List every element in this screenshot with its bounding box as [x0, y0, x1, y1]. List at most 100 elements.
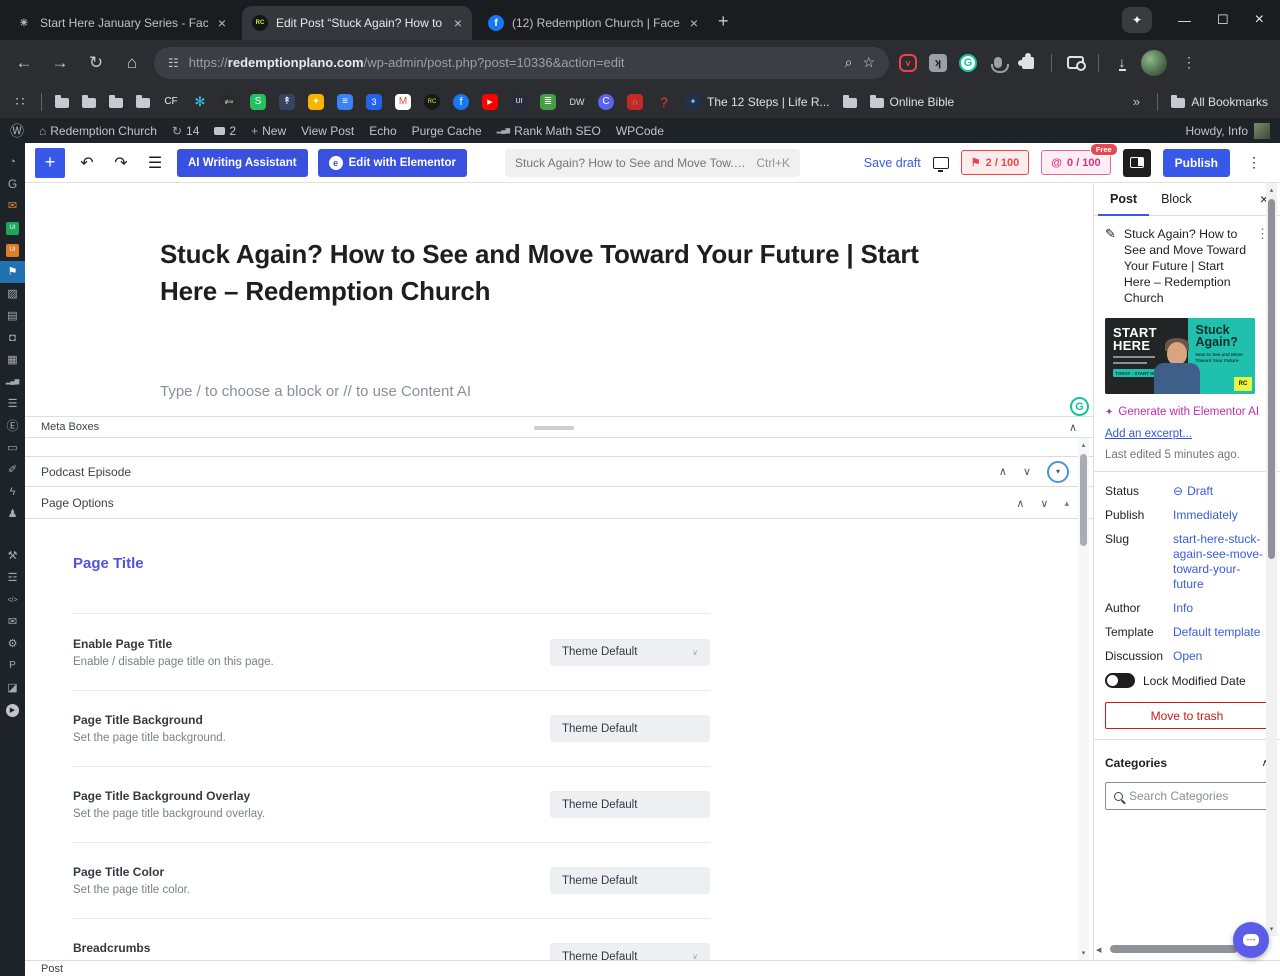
panel-toggle-select[interactable]: ▾ [1047, 461, 1069, 483]
tab-search-icon[interactable] [1064, 52, 1086, 74]
option-select[interactable]: Theme Default [550, 867, 710, 894]
lock-modified-date-toggle[interactable] [1105, 673, 1135, 688]
bookmark-item[interactable]: ∷ [12, 94, 28, 110]
bookmark-item[interactable] [109, 96, 123, 108]
setting-value[interactable]: Open [1173, 649, 1269, 664]
updates-menu[interactable]: ↻14 [172, 124, 199, 138]
scrollbar-thumb[interactable] [1080, 454, 1087, 546]
seo-score-badge[interactable]: ⚑2 / 100 [961, 150, 1030, 175]
categories-search-box[interactable] [1105, 782, 1269, 810]
admin-menu-item[interactable]: Ⓔ [0, 415, 25, 437]
address-bar[interactable]: ☷ https://redemptionplano.com/wp-admin/p… [154, 47, 889, 79]
admin-menu-item[interactable]: ✉ [0, 611, 25, 633]
generate-with-elementor-ai-link[interactable]: ✦ Generate with Elementor AI [1105, 406, 1269, 418]
move-up-icon[interactable]: ∧ [1016, 497, 1024, 510]
bookmark-item[interactable]: ≡ [337, 94, 353, 110]
comments-menu[interactable]: 2 [214, 124, 236, 138]
scroll-up-arrow[interactable]: ▴ [1266, 186, 1277, 194]
new-tab-button[interactable]: + [718, 11, 729, 32]
settings-panel-toggle[interactable] [1123, 149, 1151, 177]
setting-value[interactable]: Info [1173, 601, 1269, 616]
collapse-panel-icon[interactable]: ▴ [1064, 498, 1069, 509]
page-options-panel-header[interactable]: Page Options ∧ ∨ ▴ [25, 488, 1093, 519]
browser-tab[interactable]: ✳ Start Here January Series - Facebook × [6, 6, 236, 40]
admin-menu-item[interactable]: P [0, 655, 25, 677]
reload-button[interactable]: ↻ [82, 53, 110, 73]
setting-value[interactable]: Immediately [1173, 508, 1269, 523]
admin-menu-item[interactable]: ▨ [0, 283, 25, 305]
podcast-episode-panel[interactable]: Podcast Episode ∧ ∨ ▾ [25, 456, 1093, 487]
featured-image[interactable]: START HERE TODAY · START HERE Stuck Agai… [1105, 318, 1255, 394]
bookmark-item[interactable]: ▶ [482, 94, 498, 110]
setting-value[interactable]: Default template [1173, 625, 1269, 640]
ai-writing-assistant-button[interactable]: AI Writing Assistant [177, 149, 308, 177]
chat-widget-button[interactable]: ⋯ [1233, 922, 1269, 958]
move-to-trash-button[interactable]: Move to trash [1105, 702, 1269, 729]
bookmark-item[interactable]: M [395, 94, 411, 110]
admin-menu-item[interactable]: ☲ [0, 567, 25, 589]
bookmark-item[interactable] [136, 96, 150, 108]
bookmark-item[interactable]: C [598, 94, 614, 110]
admin-menu-item[interactable]: ✉ [0, 195, 25, 217]
minimize-button[interactable]: — [1178, 13, 1191, 28]
zoom-icon[interactable]: ⌕ [845, 54, 853, 71]
browser-tab[interactable]: f (12) Redemption Church | Facebook × [478, 6, 708, 40]
tab-post[interactable]: Post [1098, 183, 1149, 216]
home-button[interactable]: ⌂ [118, 53, 146, 73]
admin-menu-item[interactable]: ☰ [0, 393, 25, 415]
redo-button[interactable]: ↷ [109, 153, 133, 173]
move-down-icon[interactable]: ∨ [1023, 465, 1031, 478]
howdy-account-menu[interactable]: Howdy, Info [1186, 123, 1270, 139]
pocket-extension-icon[interactable]: v [897, 52, 919, 74]
sidebar-scrollbar[interactable]: ▴ ▾ [1266, 183, 1277, 936]
bookmark-item[interactable]: UI [511, 94, 527, 110]
gray-extension-icon[interactable]: ʞ [927, 52, 949, 74]
forward-button[interactable]: → [46, 53, 74, 73]
browser-ai-button[interactable]: ✦ [1122, 7, 1152, 33]
downloads-icon[interactable]: ↓ [1111, 52, 1133, 74]
post-title-field[interactable]: Stuck Again? How to See and Move Toward … [160, 236, 920, 310]
close-window-button[interactable]: × [1255, 11, 1264, 29]
bookmark-item[interactable]: ✦ [308, 94, 324, 110]
bookmark-item[interactable]: ✦ The 12 Steps | Life R... [685, 94, 830, 110]
bookmark-item[interactable]: gloo [221, 94, 237, 110]
categories-panel-header[interactable]: Categories ∧ [1105, 750, 1269, 776]
bookmark-item[interactable]: » [1128, 94, 1144, 110]
scrollbar-thumb[interactable] [1110, 945, 1238, 953]
admin-menu-item[interactable]: ✐ [0, 459, 25, 481]
setting-value[interactable]: start-here-stuck-again-see-move-toward-y… [1173, 532, 1269, 592]
admin-menu-item[interactable]: ◘ [0, 327, 25, 349]
purge-cache-menu[interactable]: Purge Cache [412, 124, 482, 138]
admin-menu-item[interactable]: ▂▄▆ [0, 371, 25, 393]
bookmark-item[interactable] [843, 96, 857, 108]
admin-menu-item[interactable]: ϟ [0, 481, 25, 503]
admin-menu-item[interactable]: ◔ [0, 151, 25, 173]
tab-close-icon[interactable]: × [216, 15, 228, 31]
editor-options-menu[interactable]: ⋮ [1242, 154, 1266, 171]
option-select[interactable]: Theme Default [550, 791, 710, 818]
option-select[interactable]: Theme Default ∨ [550, 943, 710, 960]
move-down-icon[interactable]: ∨ [1040, 497, 1048, 510]
admin-menu-item[interactable]: ♟ [0, 503, 25, 525]
admin-menu-item[interactable]: UI [0, 217, 25, 239]
site-name-menu[interactable]: ⌂Redemption Church [39, 124, 157, 138]
browser-tab[interactable]: RC Edit Post “Stuck Again? How to See an… [242, 6, 472, 40]
bookmark-item[interactable]: f [453, 94, 469, 110]
echo-menu[interactable]: Echo [369, 124, 396, 138]
tab-close-icon[interactable]: × [452, 15, 464, 31]
wordpress-logo-icon[interactable]: Ⓦ [10, 121, 24, 141]
microphone-icon[interactable] [987, 52, 1009, 74]
add-excerpt-link[interactable]: Add an excerpt... [1105, 428, 1269, 440]
bookmark-item[interactable]: S [250, 94, 266, 110]
bookmark-item[interactable] [1157, 93, 1158, 111]
command-center[interactable]: Stuck Again? How to See and Move Tow... … [505, 149, 800, 177]
bookmark-star-icon[interactable]: ☆ [862, 54, 875, 71]
list-view-button[interactable]: ☰ [143, 153, 167, 173]
admin-menu-item[interactable]: UI [0, 239, 25, 261]
block-inserter-button[interactable]: + [35, 148, 65, 178]
extensions-puzzle-icon[interactable] [1017, 52, 1039, 74]
meta-boxes-collapse-icon[interactable]: ∧ [1069, 421, 1077, 434]
new-content-menu[interactable]: +New [251, 124, 286, 138]
grammarly-floating-icon[interactable]: G [1070, 397, 1089, 416]
admin-menu-item[interactable]: ▭ [0, 437, 25, 459]
